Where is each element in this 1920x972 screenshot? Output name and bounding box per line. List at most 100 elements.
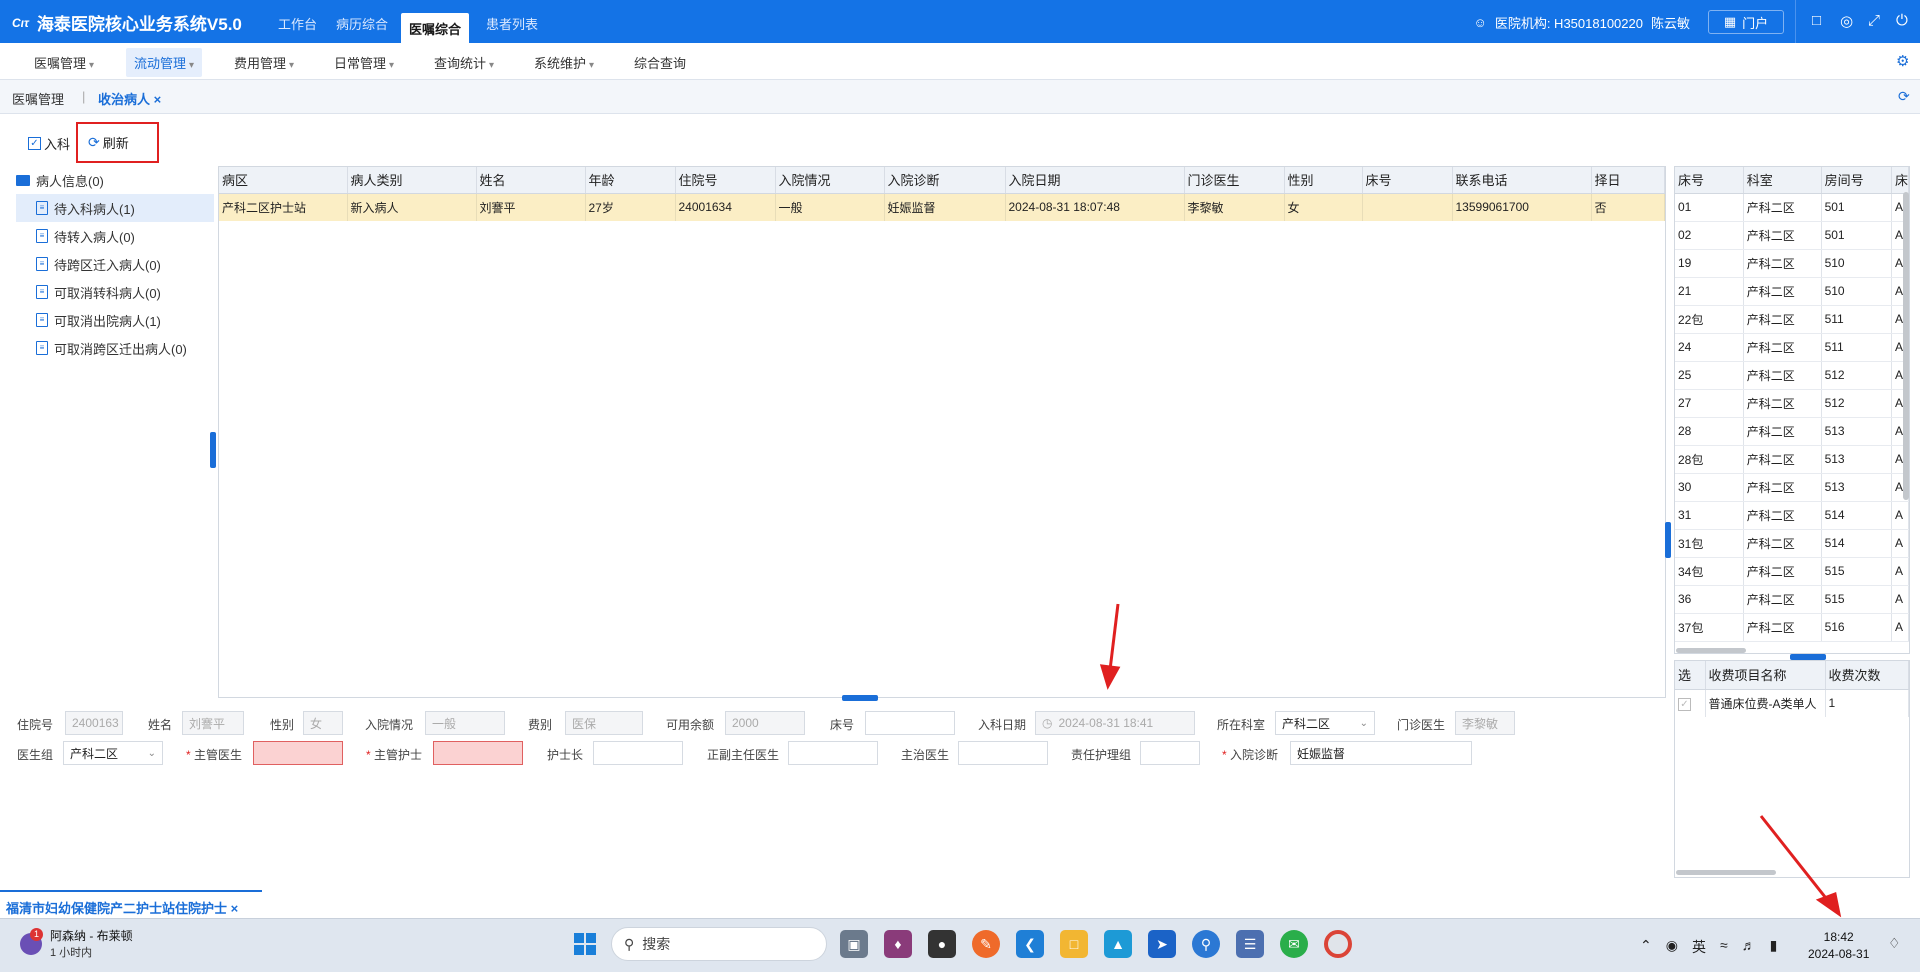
admit-button[interactable]: ✓ 入科 [28, 134, 70, 153]
fee-type-field[interactable]: 医保 [565, 711, 643, 735]
col-header[interactable]: 床号 [1362, 167, 1453, 194]
col-header[interactable]: 性别 [1284, 167, 1363, 194]
select-checkbox[interactable]: ✓ [1675, 689, 1706, 717]
tree-item-cancel-cross-ward-out[interactable]: ≡ 可取消跨区迁出病人(0) [16, 334, 214, 362]
table-row[interactable]: 31 产科二区 514 A [1675, 501, 1909, 530]
shrink-icon[interactable]: ⤢ [1868, 12, 1880, 29]
outpatient-doctor-field[interactable]: 李黎敏 [1455, 711, 1515, 735]
volume-icon[interactable]: ♬ [1742, 937, 1756, 957]
news-widget[interactable]: 1 阿森纳 - 布莱顿 1 小时内 [20, 927, 133, 960]
table-row[interactable]: ✓ 普通床位费-A类单人 1 [1675, 689, 1909, 717]
table-row[interactable]: 02 产科二区 501 A [1675, 221, 1909, 250]
menu-comprehensive[interactable]: 综合查询 [634, 53, 686, 72]
crumb-current-tab[interactable]: 收治病人 × [98, 89, 161, 108]
col-header[interactable]: 入院情况 [775, 167, 885, 194]
gear-icon[interactable]: ⚙ [1896, 52, 1909, 70]
attending-doctor-field[interactable] [253, 741, 343, 765]
chief-doctor-field[interactable] [788, 741, 878, 765]
chrome-icon[interactable] [1324, 930, 1352, 958]
help-icon[interactable]: □ [1812, 12, 1821, 29]
task-view-icon[interactable]: ▣ [840, 930, 868, 958]
table-row[interactable]: 36 产科二区 515 A [1675, 585, 1909, 614]
col-header[interactable]: 住院号 [675, 167, 776, 194]
tree-item-pending-transfer[interactable]: ≡ 待转入病人(0) [16, 222, 214, 250]
splitter-handle[interactable] [210, 432, 216, 468]
taskbar-search[interactable]: ⚲ 搜索 [611, 927, 827, 961]
attending-nurse-field[interactable] [433, 741, 523, 765]
admit-date-field[interactable]: ◷ 2024-08-31 18:41 [1035, 711, 1195, 735]
table-row[interactable]: 01 产科二区 501 A [1675, 193, 1909, 222]
admission-no-field[interactable]: 2400163 [65, 711, 123, 735]
app-icon[interactable]: ▲ [1104, 930, 1132, 958]
head-nurse-field[interactable] [593, 741, 683, 765]
splitter-handle[interactable] [1665, 522, 1671, 558]
menu-orders[interactable]: 医嘱管理 ▾ [34, 53, 94, 72]
notepad-icon[interactable]: ☰ [1236, 930, 1264, 958]
battery-icon[interactable]: ▮ [1770, 937, 1778, 957]
close-icon[interactable]: × [154, 92, 162, 107]
scrollbar[interactable] [1676, 648, 1746, 653]
tree-item-cross-ward-in[interactable]: ≡ 待跨区迁入病人(0) [16, 250, 214, 278]
col-header[interactable]: 收费项目名称 [1705, 661, 1826, 690]
col-header[interactable]: 年龄 [585, 167, 676, 194]
user-name[interactable]: 陈云敏 [1651, 13, 1690, 32]
menu-query[interactable]: 查询统计 ▾ [434, 53, 494, 72]
col-header[interactable]: 科室 [1743, 167, 1822, 194]
table-row[interactable]: 产科二区护士站 新入病人 刘謇平 27岁 24001634 一般 妊娠监督 20… [219, 193, 1665, 221]
tree-root[interactable]: 病人信息(0) [16, 166, 214, 194]
sex-field[interactable]: 女 [303, 711, 343, 735]
resident-doctor-field[interactable] [958, 741, 1048, 765]
nav-tab-orders[interactable]: 医嘱综合 [401, 13, 470, 43]
col-header[interactable]: 联系电话 [1452, 167, 1592, 194]
settings-icon[interactable]: ◎ [1840, 12, 1853, 30]
clock[interactable]: 18:42 2024-08-31 [1808, 929, 1869, 963]
app-icon[interactable]: ✎ [972, 930, 1000, 958]
ime-indicator[interactable]: 英 [1692, 937, 1706, 957]
col-header[interactable]: 床号 [1675, 167, 1744, 194]
menu-daily[interactable]: 日常管理 ▾ [334, 53, 394, 72]
status-tab[interactable]: 福清市妇幼保健院产二护士站住院护士 × [0, 890, 262, 918]
admission-diagnosis-field[interactable]: 妊娠监督 [1290, 741, 1472, 765]
menu-flow[interactable]: 流动管理 ▾ [126, 48, 203, 77]
balance-field[interactable]: 2000 [725, 711, 805, 735]
splitter-handle[interactable] [842, 695, 878, 701]
table-row[interactable]: 28包 产科二区 513 A [1675, 445, 1909, 474]
col-header[interactable]: 病区 [219, 167, 348, 194]
table-row[interactable]: 19 产科二区 510 A [1675, 249, 1909, 278]
col-header[interactable]: 姓名 [476, 167, 586, 194]
app-icon[interactable]: ♦ [884, 930, 912, 958]
col-header[interactable]: 病人类别 [347, 167, 477, 194]
chevron-up-icon[interactable]: ⌃ [1640, 937, 1652, 957]
admission-condition-field[interactable]: 一般 [425, 711, 505, 735]
file-explorer-icon[interactable]: □ [1060, 930, 1088, 958]
table-row[interactable]: 25 产科二区 512 A [1675, 361, 1909, 390]
app-icon[interactable]: ● [928, 930, 956, 958]
col-header[interactable]: 入院诊断 [884, 167, 1006, 194]
app-icon[interactable]: ➤ [1148, 930, 1176, 958]
col-header[interactable]: 入院日期 [1005, 167, 1185, 194]
close-icon[interactable]: × [231, 901, 239, 916]
col-header[interactable]: 门诊医生 [1184, 167, 1285, 194]
nav-tab-patients[interactable]: 患者列表 [486, 14, 538, 33]
table-row[interactable]: 30 产科二区 513 A [1675, 473, 1909, 502]
crumb-parent[interactable]: 医嘱管理 [12, 89, 64, 108]
refresh-icon[interactable]: ⟳ [1898, 88, 1910, 105]
dept-select[interactable]: 产科二区 ⌄ [1275, 711, 1375, 735]
tree-item-cancel-transfer[interactable]: ≡ 可取消转科病人(0) [16, 278, 214, 306]
notification-bell-icon[interactable]: ♢ [1888, 935, 1901, 952]
bed-field[interactable] [865, 711, 955, 735]
wifi-icon[interactable]: ≈ [1720, 937, 1728, 957]
table-row[interactable]: 22包 产科二区 511 A [1675, 305, 1909, 334]
care-group-field[interactable] [1140, 741, 1200, 765]
col-header[interactable]: 收费次数 [1825, 661, 1909, 690]
app-icon[interactable]: ⚲ [1192, 930, 1220, 958]
table-row[interactable]: 27 产科二区 512 A [1675, 389, 1909, 418]
refresh-button[interactable]: ⟳ 刷新 [76, 122, 159, 163]
table-row[interactable]: 34包 产科二区 515 A [1675, 557, 1909, 586]
menu-fees[interactable]: 费用管理 ▾ [234, 53, 294, 72]
table-row[interactable]: 31包 产科二区 514 A [1675, 529, 1909, 558]
tree-item-cancel-discharge[interactable]: ≡ 可取消出院病人(1) [16, 306, 214, 334]
scrollbar[interactable] [1903, 192, 1909, 500]
doctor-group-select[interactable]: 产科二区 ⌄ [63, 741, 163, 765]
tray-app-icon[interactable]: ◉ [1666, 937, 1678, 957]
